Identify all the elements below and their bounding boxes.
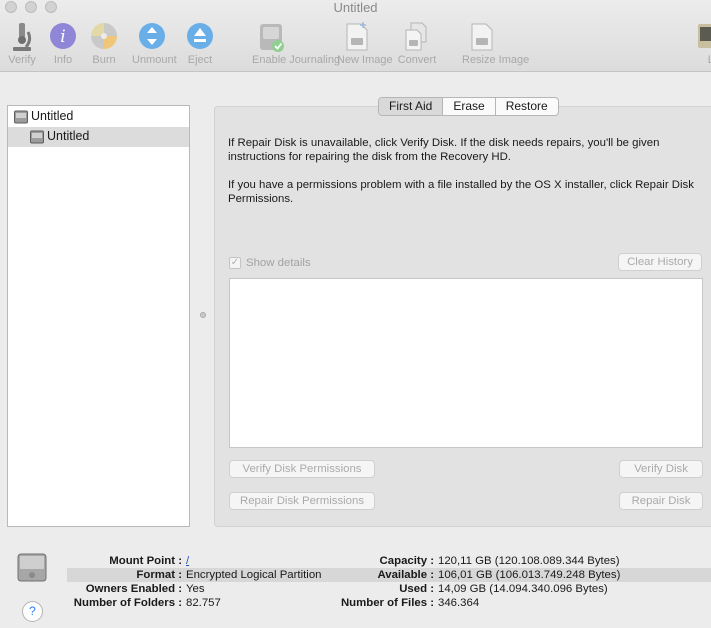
new-image-label: New Image xyxy=(337,54,393,66)
repair-disk-button[interactable]: Repair Disk xyxy=(619,492,703,510)
toolbar: Untitled Verify i Info Burn Unmount Ejec… xyxy=(0,0,711,72)
burn-icon xyxy=(91,23,117,49)
show-details-label: Show details xyxy=(246,257,311,269)
owners-enabled-label: Owners Enabled : xyxy=(85,583,182,595)
show-details-checkbox[interactable]: ✓ xyxy=(229,257,241,269)
mount-point-value[interactable]: / xyxy=(186,555,189,567)
enable-journaling-label: Enable Journaling xyxy=(252,54,341,66)
info-icon: i xyxy=(50,23,76,49)
volume-name: Untitled xyxy=(47,129,90,143)
clear-history-button[interactable]: Clear History xyxy=(618,253,702,271)
convert-icon xyxy=(405,22,427,51)
log-icon xyxy=(698,24,711,48)
used-value: 14,09 GB (14.094.340.096 Bytes) xyxy=(438,583,608,595)
available-value: 106,01 GB (106.013.749.248 Bytes) xyxy=(438,569,621,581)
first-aid-instructions: If Repair Disk is unavailable, click Ver… xyxy=(228,137,660,163)
convert-label: Convert xyxy=(397,54,437,66)
microscope-icon xyxy=(13,23,32,51)
new-image-icon xyxy=(346,22,368,51)
volume-icon xyxy=(30,130,44,144)
tab-bar: First Aid Erase Restore xyxy=(378,97,559,116)
drive-icon xyxy=(14,110,28,124)
disk-list-item-drive[interactable]: Untitled xyxy=(8,107,189,127)
repair-disk-permissions-button[interactable]: Repair Disk Permissions xyxy=(229,492,375,510)
used-label: Used : xyxy=(399,583,434,595)
capacity-label: Capacity : xyxy=(379,555,434,567)
resize-image-label: Resize Image xyxy=(462,54,530,66)
help-button[interactable]: ? xyxy=(22,601,43,622)
split-view-handle[interactable] xyxy=(200,312,206,318)
drive-name: Untitled xyxy=(31,109,74,123)
eject-icon xyxy=(187,23,213,49)
tab-first-aid[interactable]: First Aid xyxy=(379,98,444,115)
unmount-icon xyxy=(139,23,165,49)
unmount-label: Unmount xyxy=(132,54,177,66)
tab-restore[interactable]: Restore xyxy=(496,98,558,115)
disk-list-item-volume[interactable]: Untitled xyxy=(8,127,189,147)
resize-image-icon xyxy=(471,23,493,51)
details-log[interactable] xyxy=(229,278,703,448)
mount-point-label: Mount Point : xyxy=(109,555,182,567)
format-value: Encrypted Logical Partition xyxy=(186,569,322,581)
info-label: Info xyxy=(53,54,73,66)
hard-drive-icon xyxy=(17,553,47,582)
owners-enabled-value: Yes xyxy=(186,583,205,595)
verify-disk-permissions-button[interactable]: Verify Disk Permissions xyxy=(229,460,375,478)
log-label: Lo xyxy=(707,54,711,66)
format-label: Format : xyxy=(136,569,182,581)
window-title: Untitled xyxy=(333,0,378,15)
disk-list-sidebar: Untitled Untitled xyxy=(7,105,190,527)
number-of-folders-label: Number of Folders : xyxy=(73,597,182,609)
capacity-value: 120,11 GB (120.108.089.344 Bytes) xyxy=(438,555,620,567)
svg-text:i: i xyxy=(60,27,65,47)
tab-erase[interactable]: Erase xyxy=(443,98,496,115)
burn-label: Burn xyxy=(92,54,116,66)
permissions-instructions: If you have a permissions problem with a… xyxy=(228,179,694,205)
verify-disk-button[interactable]: Verify Disk xyxy=(619,460,703,478)
number-of-files-value: 346.364 xyxy=(438,597,480,609)
number-of-files-label: Number of Files : xyxy=(340,597,434,609)
verify-label: Verify xyxy=(8,54,36,66)
journaling-icon xyxy=(260,24,284,52)
eject-label: Eject xyxy=(187,54,213,66)
number-of-folders-value: 82.757 xyxy=(186,597,221,609)
available-label: Available : xyxy=(377,569,434,581)
